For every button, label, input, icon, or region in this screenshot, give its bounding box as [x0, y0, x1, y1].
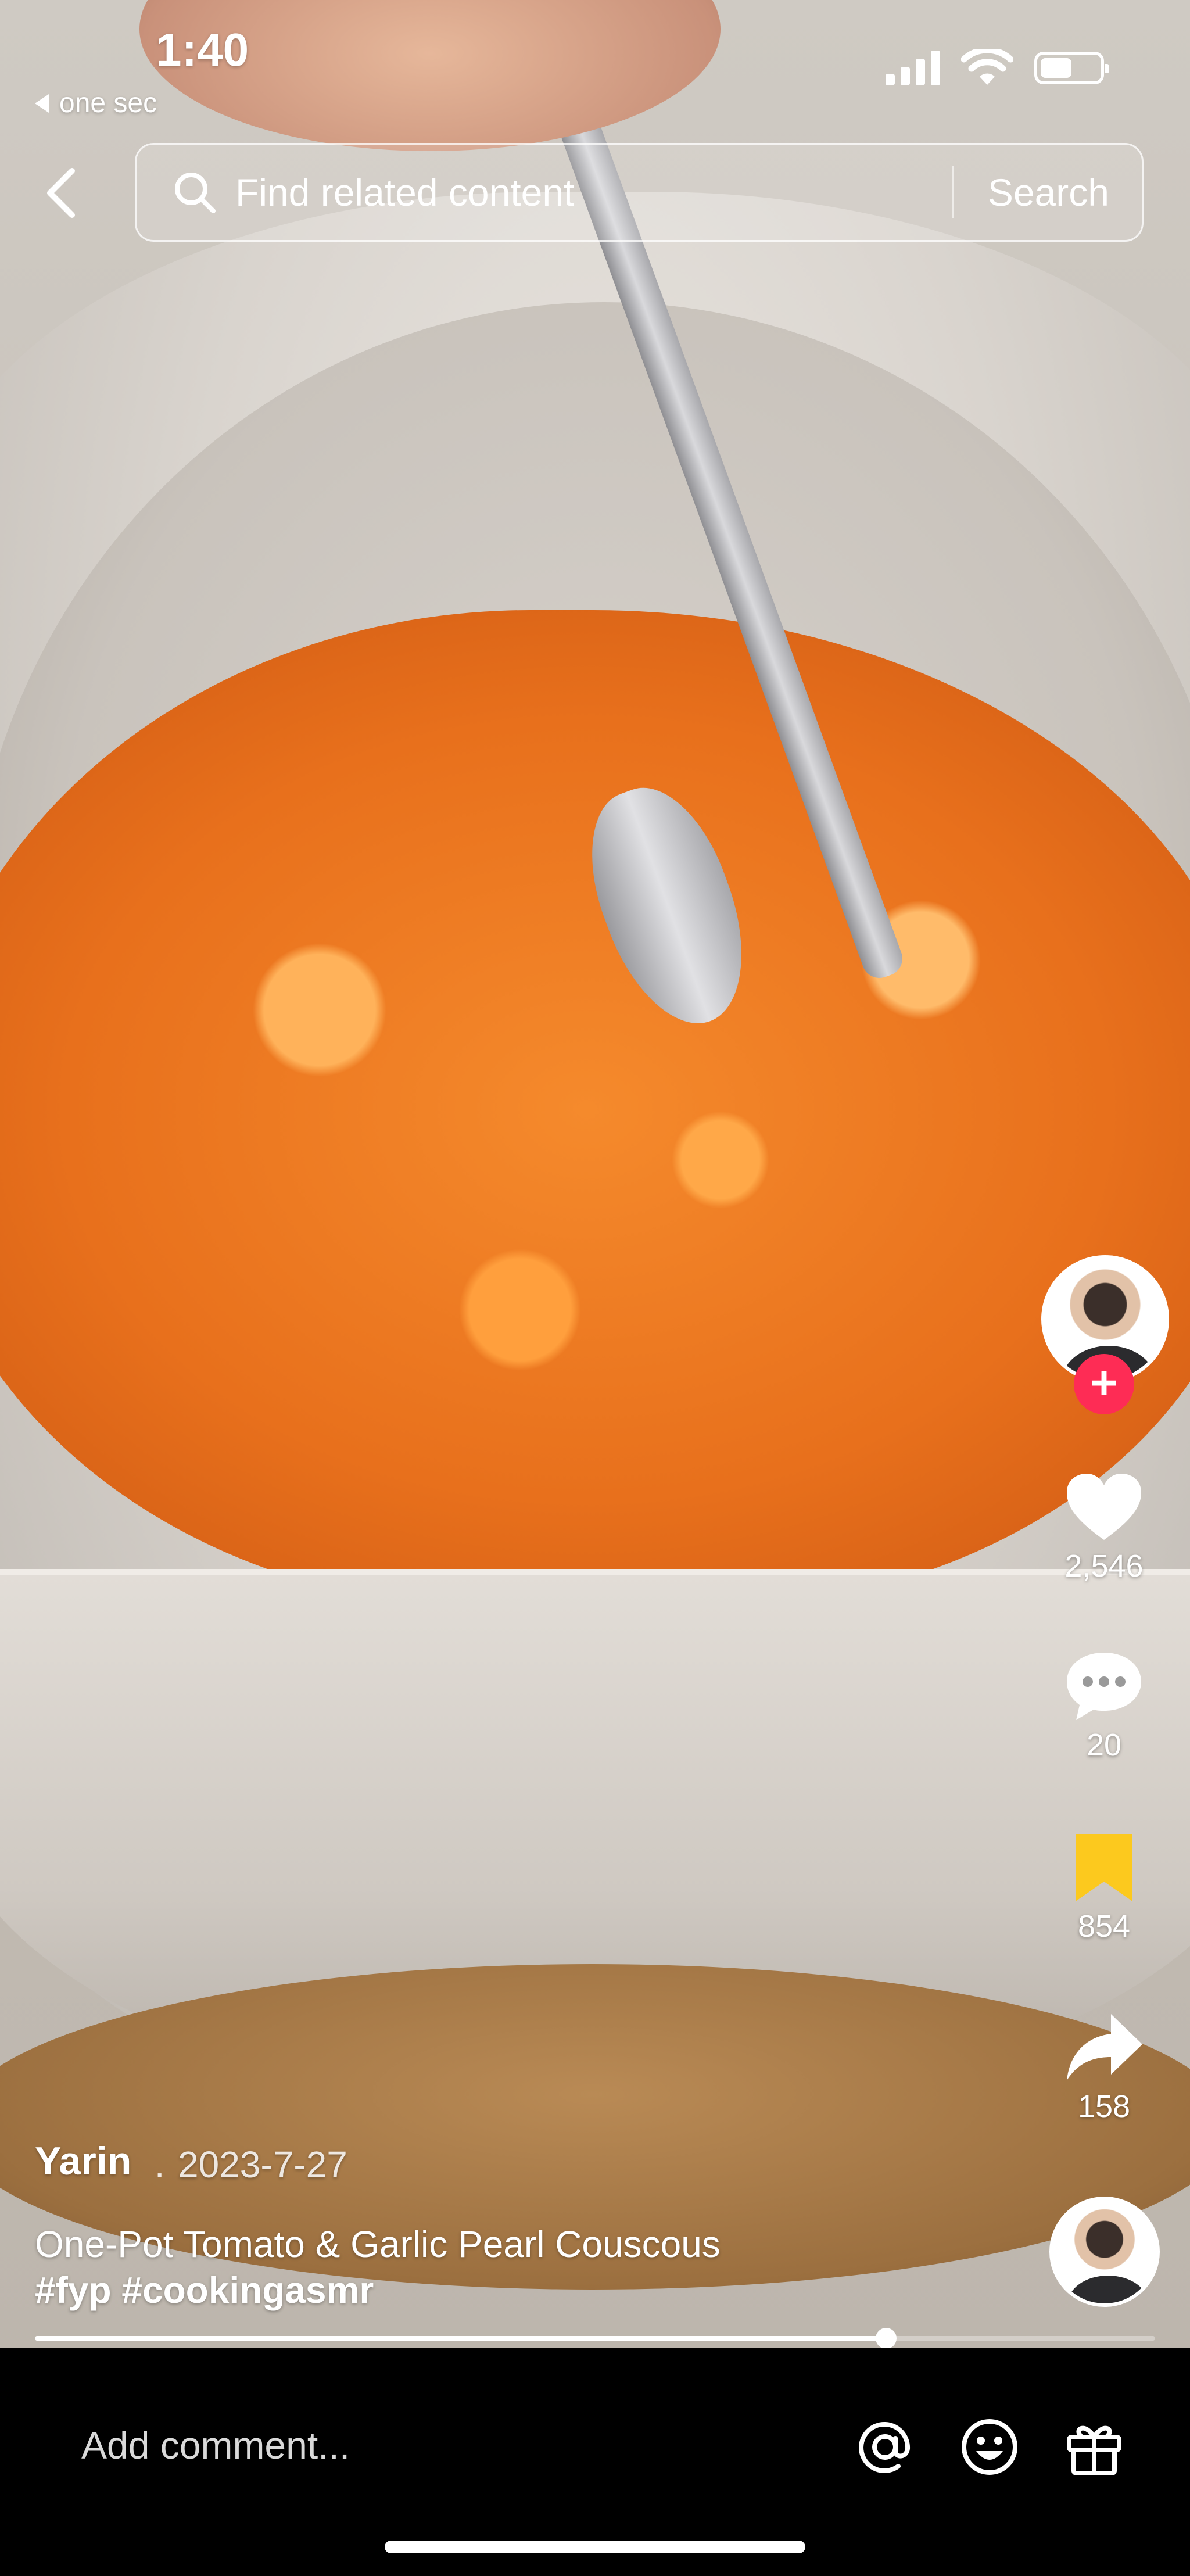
- mention-icon[interactable]: [853, 2415, 917, 2479]
- comment-bubble-icon: [1067, 1653, 1141, 1720]
- comment-bar: Add comment...: [0, 2348, 1190, 2576]
- battery-icon: [1034, 52, 1109, 84]
- progress-fill: [35, 2336, 887, 2341]
- save-button[interactable]: 854: [1034, 1830, 1174, 1944]
- video-progress-bar[interactable]: [35, 2328, 1155, 2349]
- status-icons: [886, 49, 1109, 87]
- like-button[interactable]: 2,546: [1034, 1470, 1174, 1584]
- comment-button[interactable]: 20: [1034, 1648, 1174, 1763]
- post-date: 2023-7-27: [178, 2144, 347, 2186]
- emoji-icon[interactable]: [958, 2415, 1021, 2479]
- share-count: 158: [1077, 2089, 1131, 2124]
- bookmark-icon: [1076, 1834, 1132, 1901]
- back-triangle-icon: [35, 94, 49, 113]
- progress-scrubber[interactable]: [876, 2328, 897, 2349]
- cellular-signal-icon: [886, 51, 940, 85]
- sound-avatar-figure: [1067, 2276, 1149, 2303]
- status-time: 1:40: [156, 24, 249, 76]
- comment-count: 20: [1086, 1728, 1122, 1762]
- post-hashtags[interactable]: #fyp #cookingasmr: [35, 2269, 374, 2312]
- search-button[interactable]: Search: [954, 170, 1142, 214]
- video-player[interactable]: [0, 0, 1190, 2348]
- couscous-image: [0, 610, 1190, 1610]
- battery-fill: [1041, 58, 1072, 78]
- back-arrow-icon[interactable]: [38, 164, 85, 222]
- comment-input[interactable]: Add comment...: [81, 2423, 350, 2467]
- back-to-app-label: one sec: [59, 88, 157, 119]
- home-indicator: [385, 2541, 805, 2553]
- sound-avatar[interactable]: [1049, 2197, 1160, 2307]
- gift-icon[interactable]: [1062, 2415, 1126, 2479]
- wifi-icon: [961, 49, 1013, 85]
- follow-button[interactable]: +: [1074, 1354, 1134, 1414]
- share-button[interactable]: 158: [1034, 2011, 1174, 2124]
- share-arrow-icon: [1067, 2014, 1142, 2080]
- author-date-separator: ·: [153, 2152, 166, 2194]
- search-bar[interactable]: Find related content Search: [135, 143, 1144, 242]
- post-caption: One-Pot Tomato & Garlic Pearl Couscous: [35, 2223, 721, 2265]
- save-count: 854: [1077, 1909, 1131, 1944]
- like-count: 2,546: [1064, 1549, 1144, 1583]
- author-name[interactable]: Yarin: [35, 2138, 131, 2184]
- search-input[interactable]: Find related content: [235, 170, 952, 214]
- back-to-app-link[interactable]: one sec: [35, 87, 157, 119]
- heart-icon: [1067, 1474, 1141, 1540]
- search-icon: [175, 173, 216, 213]
